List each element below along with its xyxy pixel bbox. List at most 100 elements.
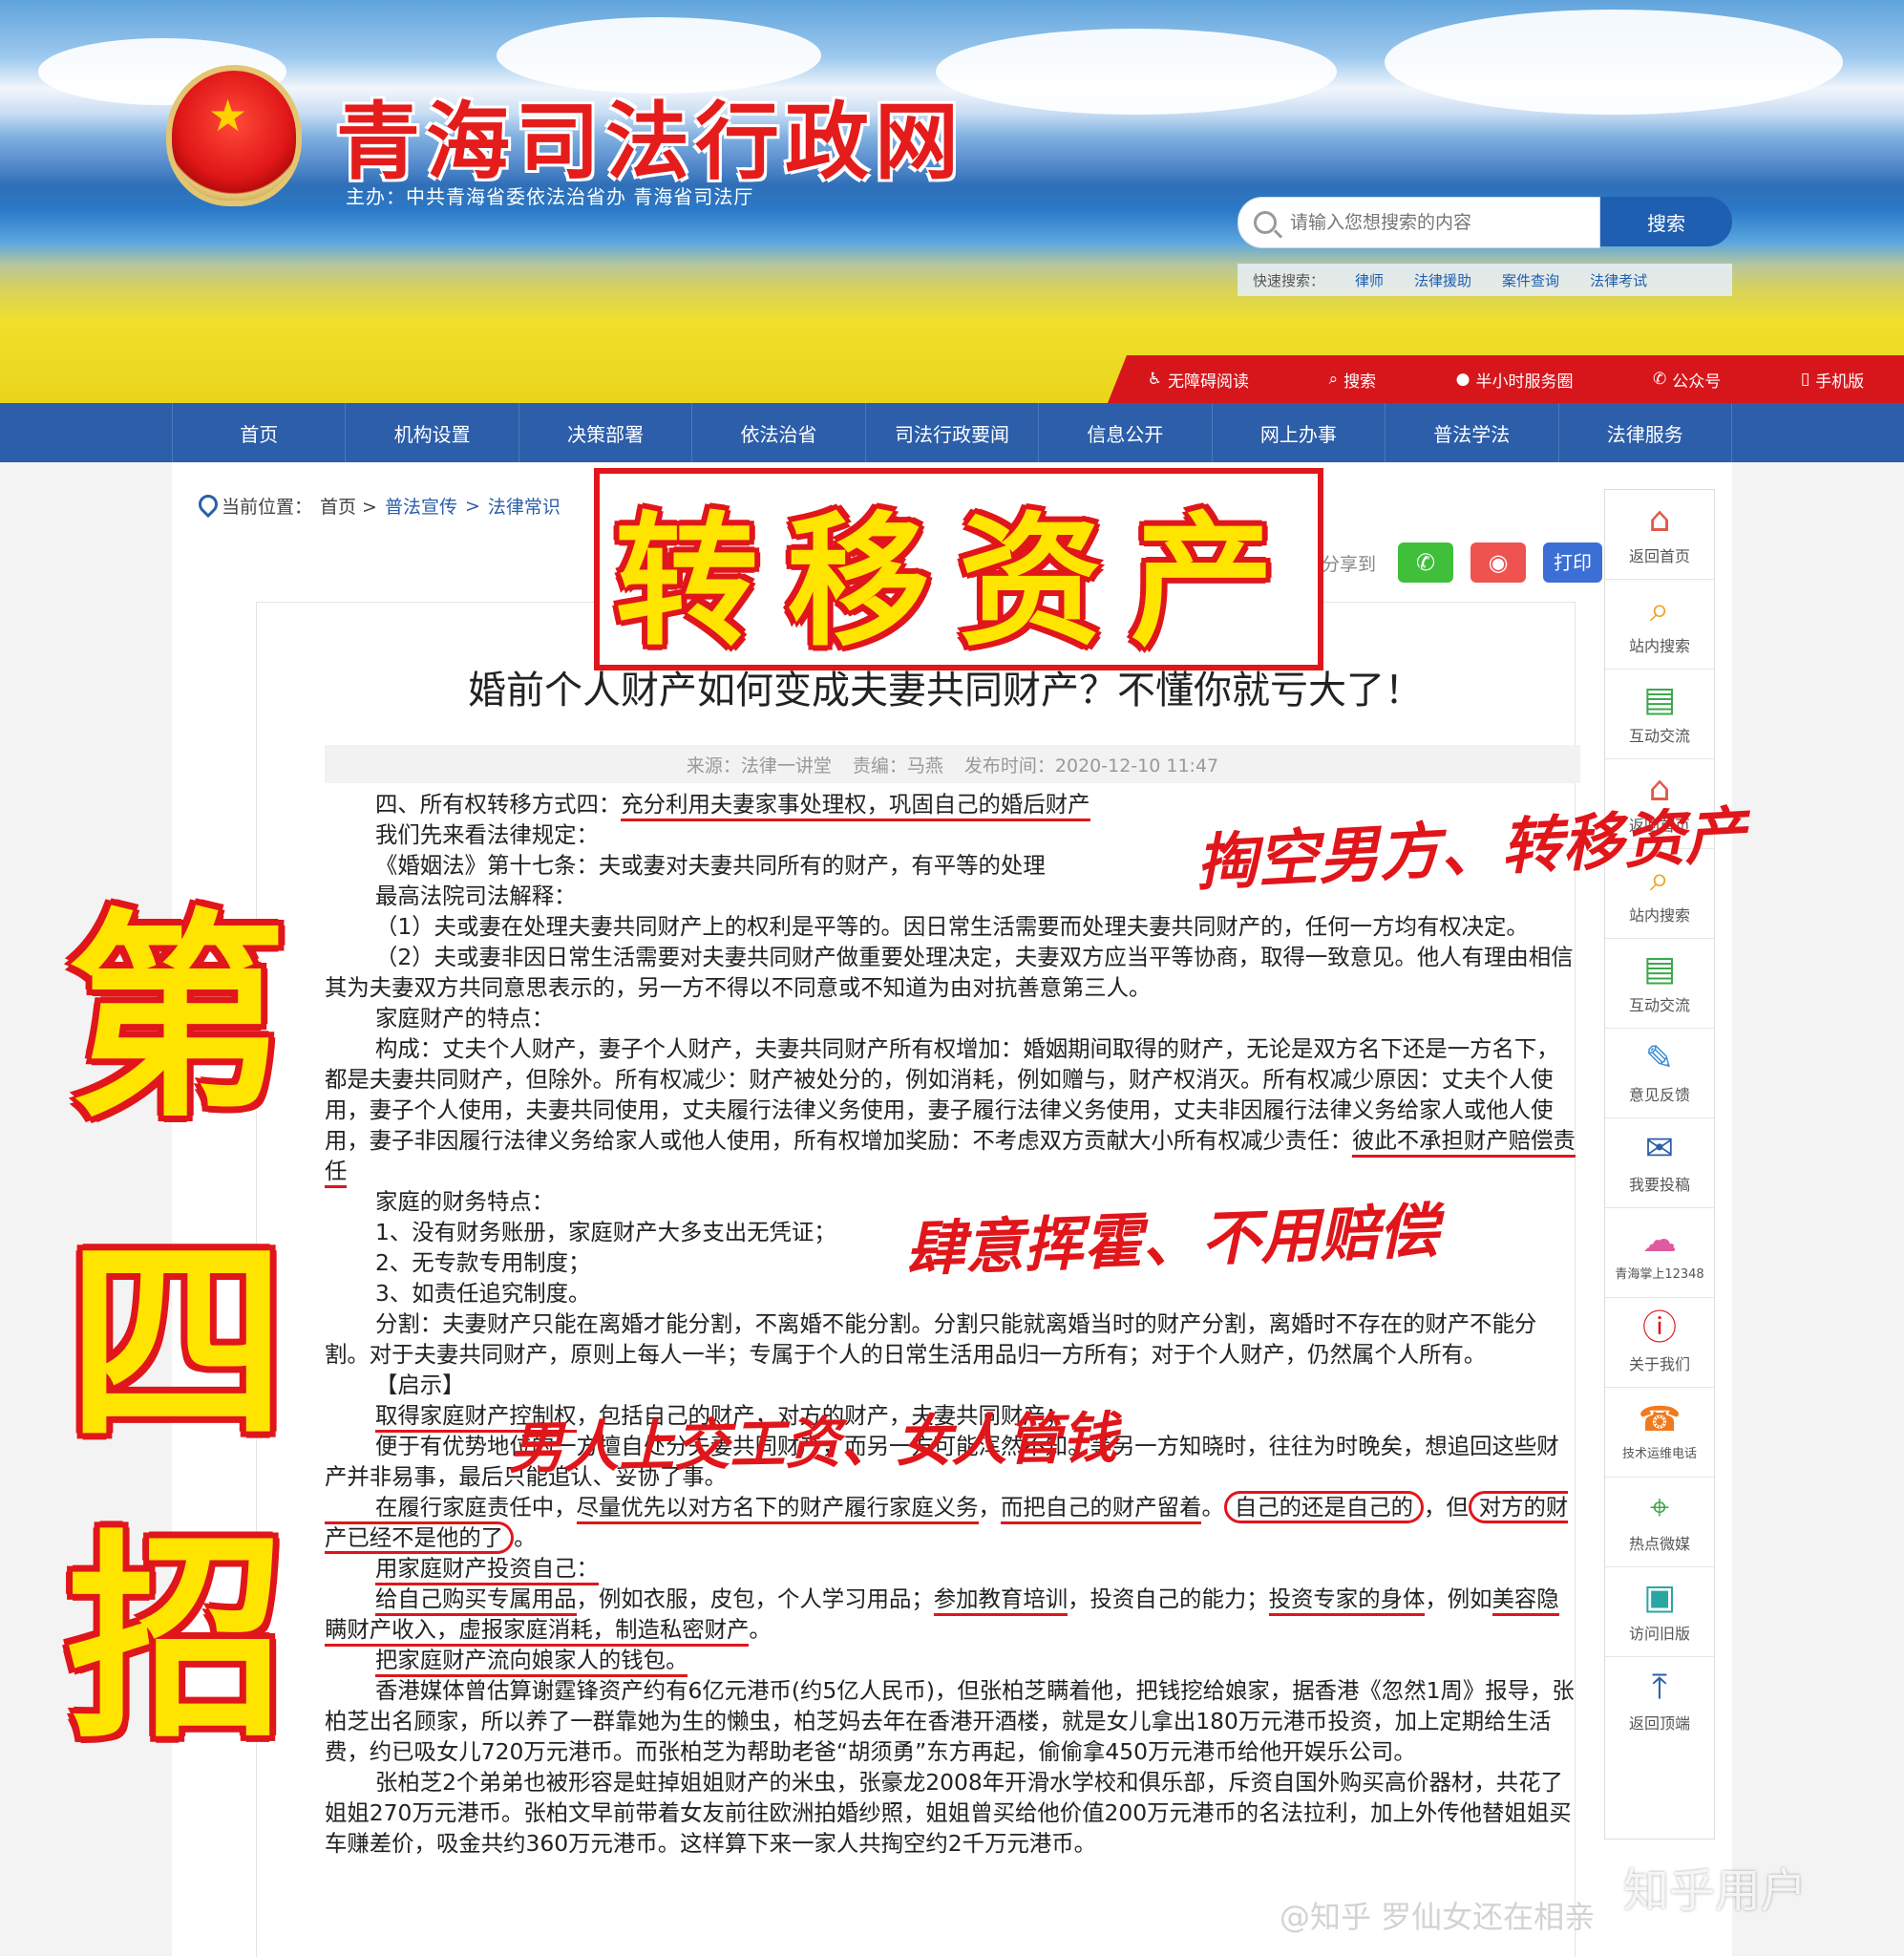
text: 四、所有权转移方式四： <box>375 791 622 818</box>
breadcrumb-legal-knowledge[interactable]: 法律常识 <box>488 493 561 519</box>
sidebar-item-label: 返回顶端 <box>1628 1713 1690 1733</box>
util-search-label: 搜索 <box>1343 372 1377 392</box>
article-source: 来源：法律一讲堂 <box>686 755 832 776</box>
paragraph: 把家庭财产流向娘家人的钱包。 <box>325 1645 1580 1677</box>
text: ，例如衣服，皮包，个人学习用品； <box>576 1585 934 1612</box>
paragraph: 用家庭财产投资自己： <box>325 1553 1580 1585</box>
article-time: 发布时间：2020-12-10 11:47 <box>963 755 1219 776</box>
breadcrumb-sep: > <box>465 495 480 517</box>
nav-home[interactable]: 首页 <box>172 403 345 462</box>
accessibility-label: 无障碍阅读 <box>1168 372 1250 392</box>
text: 。 <box>1201 1494 1224 1521</box>
sidebar-item-label: 互动交流 <box>1628 995 1690 1014</box>
search-input[interactable] <box>1288 211 1588 234</box>
wechat-share-button[interactable]: ✆ <box>1398 542 1453 583</box>
sidebar-item-label: 返回首页 <box>1628 546 1690 565</box>
article-body: 四、所有权转移方式四：充分利用夫妻家事处理权，巩固自己的婚后财产 我们先来看法律… <box>325 789 1580 1859</box>
sidebar-item-label: 青海掌上12348 <box>1615 1267 1704 1282</box>
nav-news[interactable]: 司法行政要闻 <box>864 403 1038 462</box>
weibo-share-button[interactable]: ◉ <box>1470 542 1526 583</box>
handwritten-note-3: 男人上交工资、女人管钱 <box>507 1405 1118 1481</box>
accessibility-link[interactable]: ♿ 无障碍阅读 <box>1148 368 1249 392</box>
nav-info-disclosure[interactable]: 信息公开 <box>1038 403 1211 462</box>
cloud <box>1385 10 1843 115</box>
sidebar-item-label: 站内搜索 <box>1628 905 1690 925</box>
satellite-icon: ⌖ <box>1649 1487 1670 1527</box>
sidebar-item-about[interactable]: ⓘ 关于我们 <box>1605 1298 1714 1388</box>
chat-icon: ▤ <box>1642 948 1676 989</box>
top-icon: ⤒ <box>1652 1667 1667 1707</box>
nav-organization[interactable]: 机构设置 <box>345 403 518 462</box>
search-icon <box>1254 211 1277 234</box>
text: ， <box>978 1494 1001 1521</box>
sidebar-item-interaction[interactable]: ▤ 互动交流 <box>1605 939 1714 1029</box>
quick-link-law-exam[interactable]: 法律考试 <box>1590 270 1647 290</box>
text: ，投资自己的能力； <box>1068 1585 1269 1612</box>
nav-online-services[interactable]: 网上办事 <box>1211 403 1385 462</box>
chat-icon: ▤ <box>1642 679 1676 719</box>
page-margin-right <box>1732 462 1904 1956</box>
sidebar-item-feedback[interactable]: ✎ 意见反馈 <box>1605 1029 1714 1118</box>
main-nav: 首页 机构设置 决策部署 依法治省 司法行政要闻 信息公开 网上办事 普法学法 … <box>0 403 1904 462</box>
nav-decisions[interactable]: 决策部署 <box>518 403 691 462</box>
underlined-text: 给自己购买专属用品 <box>375 1585 577 1616</box>
mail-icon: ✉ <box>1644 1128 1675 1168</box>
quick-link-case-query[interactable]: 案件查询 <box>1502 270 1559 290</box>
underlined-text: 把家庭财产流向娘家人的钱包。 <box>375 1647 688 1677</box>
sidebar-item-12348[interactable]: ☁ 青海掌上12348 <box>1605 1208 1714 1298</box>
emblem-logo[interactable]: ★ <box>172 71 296 201</box>
sidebar-item-label: 意见反馈 <box>1628 1085 1690 1104</box>
sidebar-item-submit[interactable]: ✉ 我要投稿 <box>1605 1118 1714 1208</box>
wechat-account-label: 公众号 <box>1672 372 1722 392</box>
breadcrumb-home[interactable]: 首页 > <box>320 493 377 519</box>
text: ，例如 <box>1425 1585 1492 1612</box>
paragraph: 家庭财产的特点： <box>375 1005 555 1032</box>
share-label: 分享到 <box>1322 554 1377 575</box>
site-header: ★ 青海司法行政网 主办：中共青海省委依法治省办 青海省司法厅 搜索 快速搜索：… <box>0 0 1904 403</box>
wechat-account-link[interactable]: ✆ 公众号 <box>1653 368 1721 392</box>
breadcrumb-label: 当前位置： <box>222 497 313 518</box>
print-button[interactable]: 打印 <box>1543 542 1602 583</box>
search-button[interactable]: 搜索 <box>1600 197 1732 246</box>
quick-link-lawyer[interactable]: 律师 <box>1355 270 1384 290</box>
sidebar-item-old-version[interactable]: ▣ 访问旧版 <box>1605 1567 1714 1657</box>
util-search-link[interactable]: ⌕ 搜索 <box>1329 368 1377 392</box>
wechat-icon: ✆ <box>1653 370 1667 389</box>
article-title: 婚前个人财产如何变成夫妻共同财产？不懂你就亏大了！ <box>468 669 1423 713</box>
mobile-label: 手机版 <box>1815 372 1865 392</box>
sidebar-item-home[interactable]: ⌂ 返回首页 <box>1605 490 1714 580</box>
search-icon: ⌕ <box>1649 589 1670 629</box>
annotation-char-2: 四 <box>67 1214 287 1472</box>
info-icon: ⓘ <box>1641 1308 1677 1348</box>
phone-icon: ▯ <box>1800 370 1810 389</box>
sidebar-item-search[interactable]: ⌕ 站内搜索 <box>1605 580 1714 670</box>
nav-legal-services[interactable]: 法律服务 <box>1557 403 1732 462</box>
sidebar-item-hot-media[interactable]: ⌖ 热点微媒 <box>1605 1478 1714 1567</box>
text: 。 <box>749 1616 772 1643</box>
sidebar-item-interaction[interactable]: ▤ 互动交流 <box>1605 670 1714 759</box>
breadcrumb-law-promotion[interactable]: 普法宣传 <box>385 493 457 519</box>
site-title[interactable]: 青海司法行政网 <box>336 74 964 196</box>
service-circle-link[interactable]: ● 半小时服务圈 <box>1456 368 1574 392</box>
breadcrumb: 当前位置： 首页 > 普法宣传 > 法律常识 <box>197 493 561 519</box>
paragraph: （2）夫或妻非因日常生活需要对夫妻共同财产做重要处理决定，夫妻双方应当平等协商，… <box>325 944 1574 1001</box>
quick-link-legal-aid[interactable]: 法律援助 <box>1414 270 1471 290</box>
mobile-link[interactable]: ▯ 手机版 <box>1801 368 1864 392</box>
text: 在履行家庭责任中， <box>375 1494 577 1521</box>
underlined-text: 投资专家的身体 <box>1268 1585 1426 1616</box>
sidebar-item-label: 互动交流 <box>1628 726 1690 745</box>
paragraph: 构成：丈夫个人财产，妻子个人财产，夫妻共同财产所有权增加：婚姻期间取得的财产，无… <box>325 1033 1580 1188</box>
cloud <box>936 29 1337 115</box>
paragraph: 分割：夫妻财产只能在离婚才能分割，不离婚不能分割。分割只能就离婚当时的财产分割，… <box>325 1310 1537 1368</box>
search-icon: ⌕ <box>1328 370 1339 389</box>
sidebar-item-label: 关于我们 <box>1628 1354 1690 1373</box>
sidebar-item-label: 我要投稿 <box>1628 1175 1690 1194</box>
phone-icon: ☎ <box>1638 1400 1682 1439</box>
nav-rule-of-law[interactable]: 依法治省 <box>691 403 864 462</box>
paragraph: 给自己购买专属用品，例如衣服，皮包，个人学习用品；参加教育培训，投资自己的能力；… <box>325 1584 1580 1647</box>
nav-law-education[interactable]: 普法学法 <box>1385 403 1557 462</box>
sidebar-item-back-to-top[interactable]: ⤒ 返回顶端 <box>1605 1657 1714 1746</box>
sidebar-item-support-phone[interactable]: ☎ 技术运维电话 <box>1605 1388 1714 1478</box>
paragraph: 香港媒体曾估算谢霆锋资产约有6亿元港币(约5亿人民币)，但张柏芝瞒着他，把钱挖给… <box>325 1677 1575 1765</box>
floating-sidebar: ⌂ 返回首页 ⌕ 站内搜索 ▤ 互动交流 ⌂ 返回首页 ⌕ 站内搜索 ▤ 互动交流 ✎ 意见反… <box>1604 489 1715 1840</box>
